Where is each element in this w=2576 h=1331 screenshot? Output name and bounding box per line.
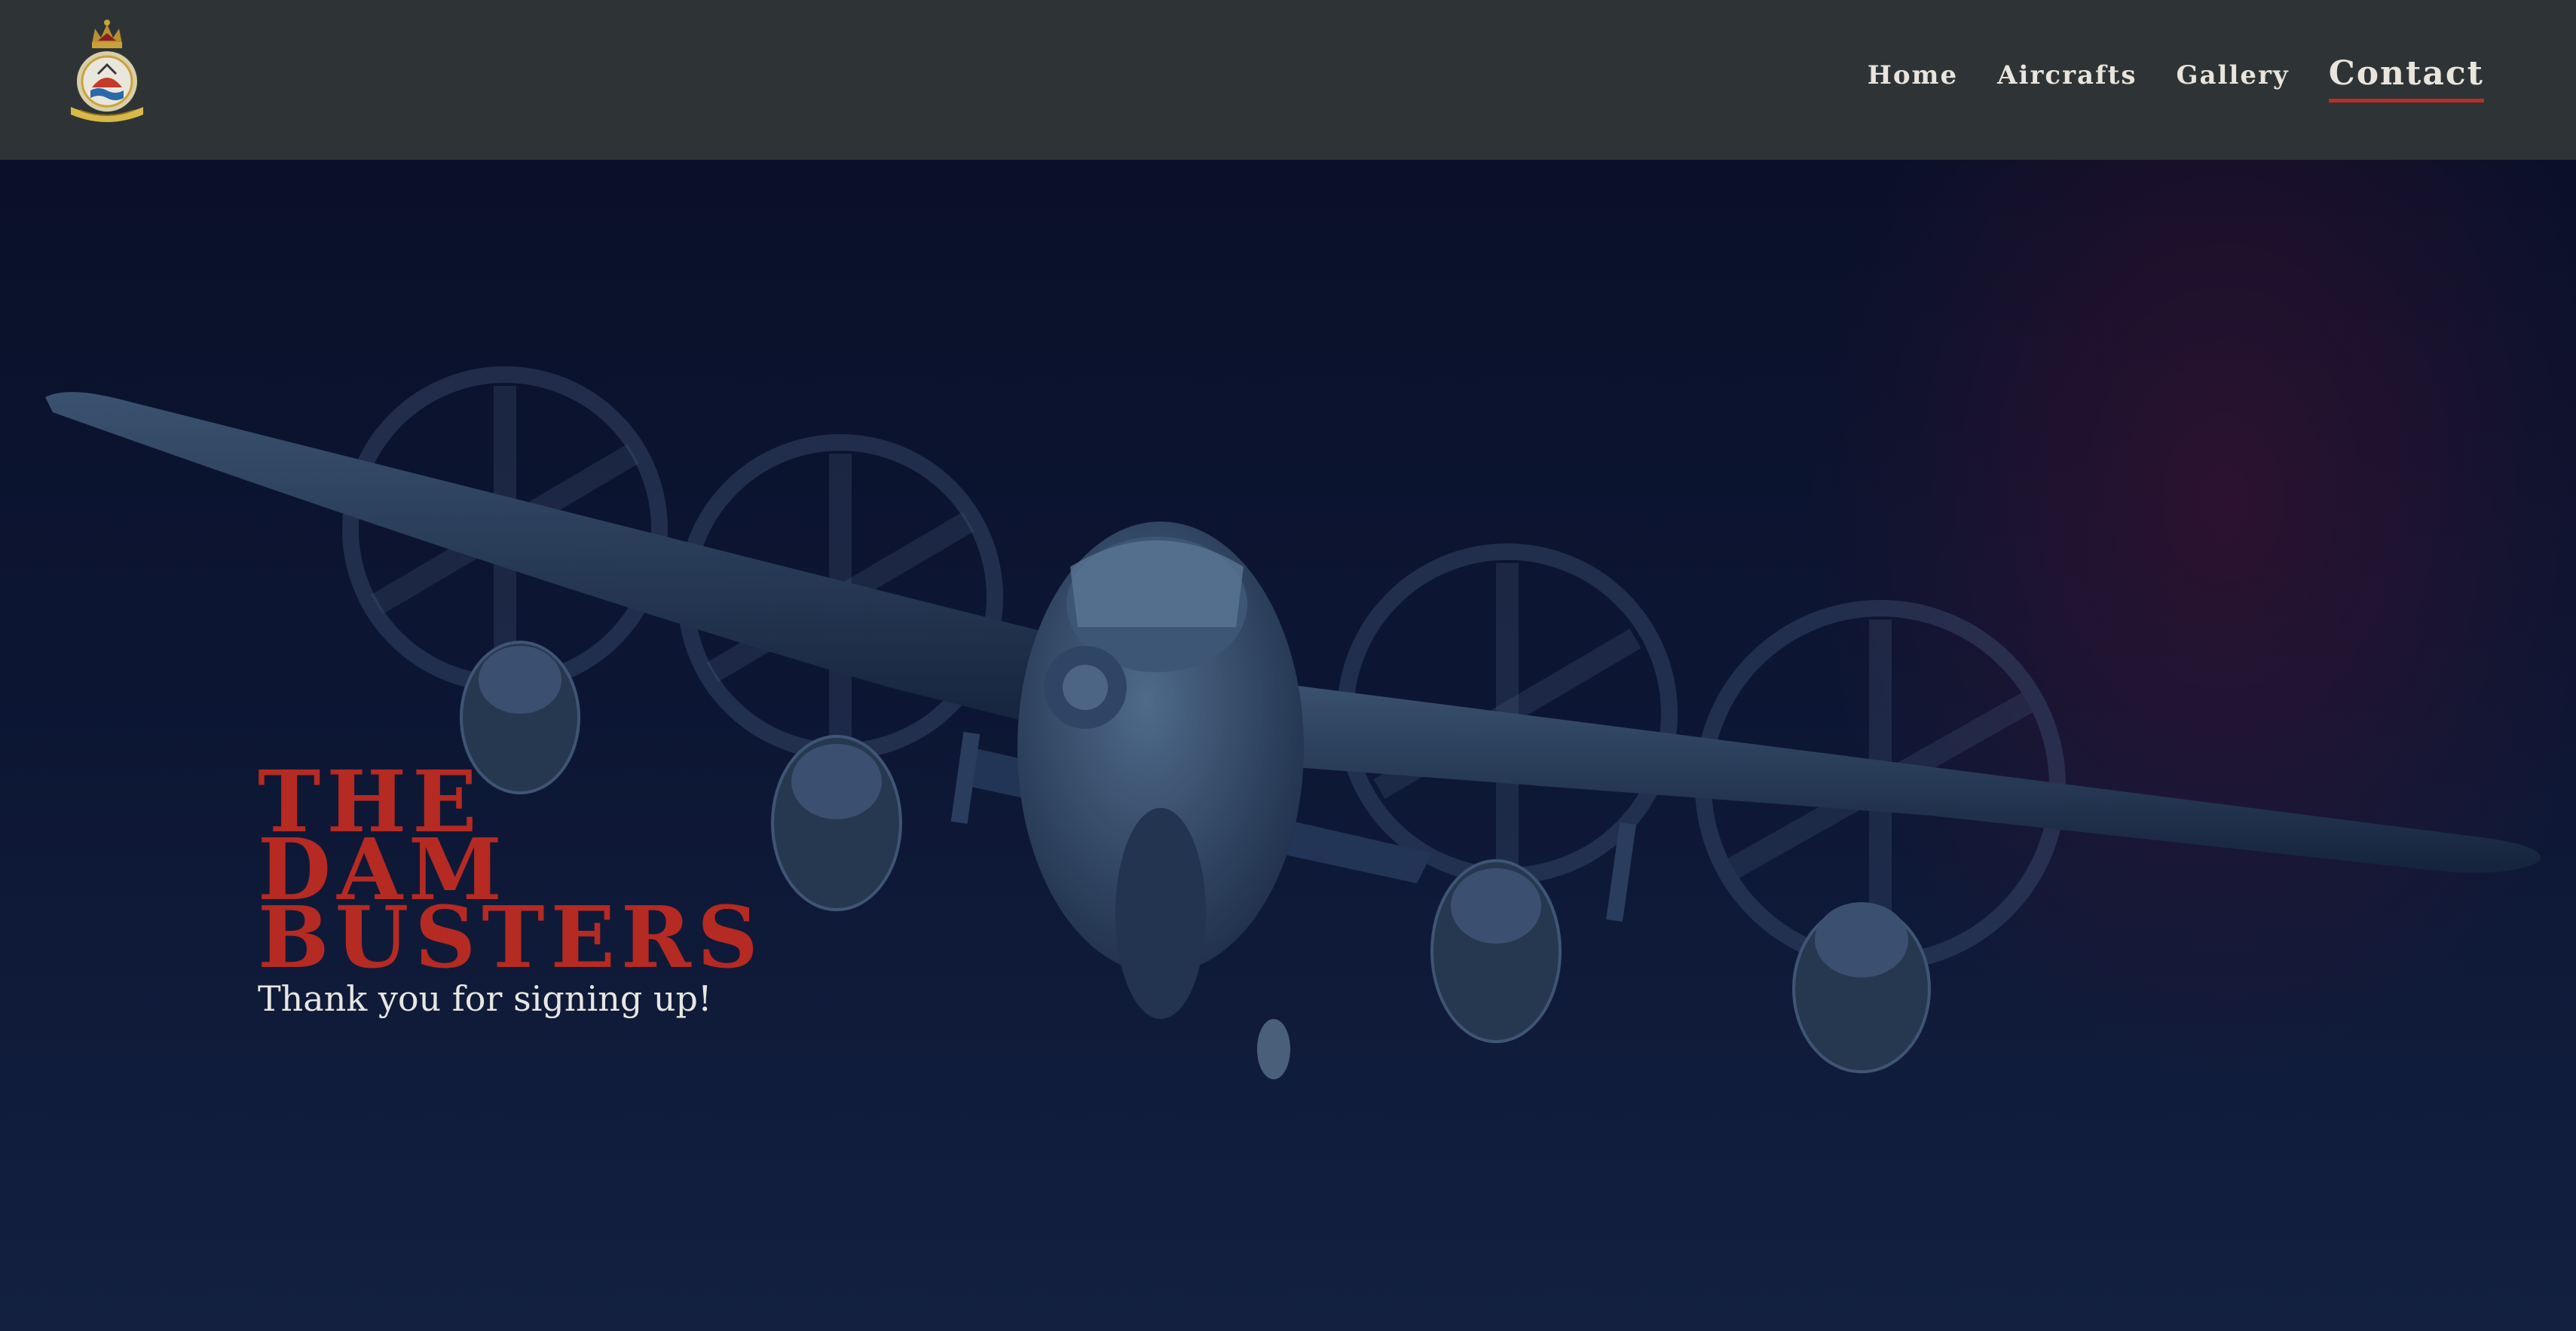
main-nav: Home Aircrafts Gallery Contact bbox=[1828, 54, 2484, 103]
signup-confirmation-text: Thank you for signing up! bbox=[258, 978, 712, 1019]
hero-title: THE DAM BUSTERS bbox=[258, 760, 764, 987]
nav-aircrafts-link[interactable]: Aircrafts bbox=[1997, 54, 2137, 90]
nav-contact-link[interactable]: Contact bbox=[2328, 54, 2484, 103]
nav-home-link[interactable]: Home bbox=[1868, 54, 1958, 90]
hero-title-block: THE DAM BUSTERS Thank you for signing up… bbox=[258, 760, 764, 1020]
hero-section: THE DAM BUSTERS Thank you for signing up… bbox=[0, 160, 2576, 1331]
squadron-crest-icon[interactable] bbox=[65, 15, 149, 124]
nav-gallery-link[interactable]: Gallery bbox=[2176, 54, 2289, 90]
lancaster-bomber-image bbox=[45, 366, 2541, 1079]
hero-title-line-3: BUSTERS bbox=[258, 889, 764, 987]
site-header: Home Aircrafts Gallery Contact bbox=[0, 0, 2576, 160]
